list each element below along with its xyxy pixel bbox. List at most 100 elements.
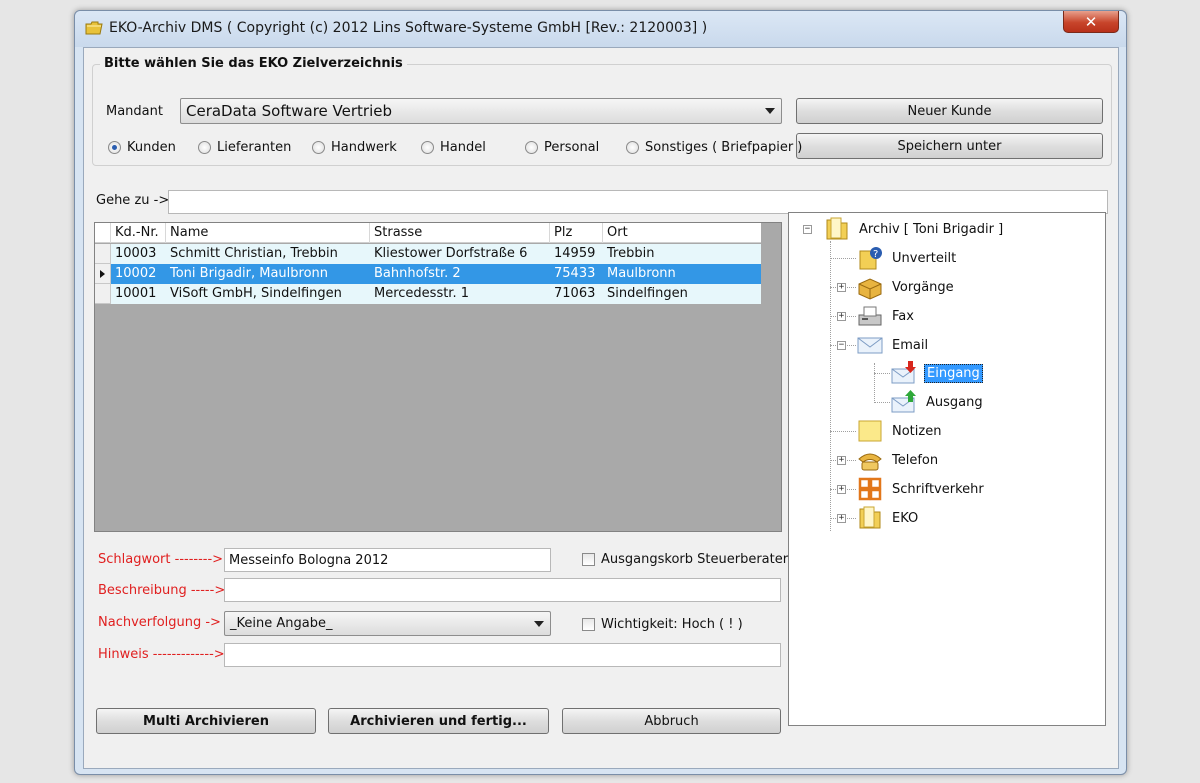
note-icon bbox=[856, 418, 884, 444]
cell-strasse: Kliestower Dorfstraße 6 bbox=[374, 246, 528, 261]
tree-node-fax[interactable]: Fax bbox=[856, 303, 916, 329]
chevron-down-icon[interactable] bbox=[765, 108, 775, 114]
cell-kdnr: 10002 bbox=[115, 266, 157, 281]
expand-icon[interactable]: + bbox=[837, 485, 846, 494]
table-row-selected[interactable]: 10002 Toni Brigadir, Maulbronn Bahnhofst… bbox=[95, 264, 761, 284]
expand-icon[interactable]: + bbox=[837, 283, 846, 292]
archive-and-finish-button[interactable]: Archivieren und fertig... bbox=[328, 708, 549, 734]
multi-archive-button[interactable]: Multi Archivieren bbox=[96, 708, 316, 734]
envelope-icon bbox=[856, 332, 884, 358]
radio-personal[interactable]: Personal bbox=[525, 140, 599, 155]
tree-node-label: Fax bbox=[892, 308, 914, 324]
box-icon bbox=[856, 274, 884, 300]
checkbox-label: Wichtigkeit: Hoch ( ! ) bbox=[601, 617, 743, 632]
goto-label: Gehe zu -> bbox=[96, 193, 170, 208]
schlagwort-label: Schlagwort --------> bbox=[98, 552, 224, 567]
radio-icon bbox=[421, 141, 434, 154]
radio-sonstiges[interactable]: Sonstiges ( Briefpapier ) bbox=[626, 140, 802, 155]
outbox-mail-icon bbox=[890, 389, 918, 415]
column-header-ort[interactable]: Ort bbox=[603, 223, 761, 243]
checkbox-icon bbox=[582, 553, 595, 566]
expand-icon[interactable]: + bbox=[837, 514, 846, 523]
radio-label: Lieferanten bbox=[217, 140, 292, 155]
tree-node-label: Telefon bbox=[892, 452, 939, 468]
hinweis-input[interactable] bbox=[224, 643, 781, 667]
schlagwort-input[interactable]: Messeinfo Bologna 2012 bbox=[224, 548, 551, 572]
tree-node-vorgaenge[interactable]: Vorgänge bbox=[856, 274, 956, 300]
column-header-strasse[interactable]: Strasse bbox=[370, 223, 550, 243]
ausgangskorb-checkbox[interactable]: Ausgangskorb Steuerberater bbox=[582, 552, 788, 567]
expand-icon[interactable]: + bbox=[837, 312, 846, 321]
cancel-button[interactable]: Abbruch bbox=[562, 708, 781, 734]
cell-ort: Trebbin bbox=[607, 246, 655, 261]
cell-plz: 14959 bbox=[554, 246, 596, 261]
cell-kdnr: 10001 bbox=[115, 286, 157, 301]
save-under-button[interactable]: Speichern unter bbox=[796, 133, 1103, 159]
row-header[interactable] bbox=[95, 284, 111, 304]
table-row[interactable]: 10003 Schmitt Christian, Trebbin Kliesto… bbox=[95, 244, 761, 264]
tree-node-label: Unverteilt bbox=[892, 250, 957, 266]
tree-node-notizen[interactable]: Notizen bbox=[856, 418, 943, 444]
radio-label: Sonstiges ( Briefpapier ) bbox=[645, 140, 803, 155]
row-header[interactable] bbox=[95, 264, 111, 284]
table-row[interactable]: 10001 ViSoft GmbH, Sindelfingen Mercedes… bbox=[95, 284, 761, 304]
grid-corner bbox=[95, 223, 111, 243]
close-button[interactable]: ✕ bbox=[1063, 11, 1119, 33]
cell-ort: Maulbronn bbox=[607, 266, 676, 281]
title-bar[interactable]: EKO-Archiv DMS ( Copyright (c) 2012 Lins… bbox=[75, 11, 1126, 47]
tree-node-email[interactable]: Email bbox=[856, 332, 930, 358]
svg-text:?: ? bbox=[873, 249, 878, 260]
radio-kunden[interactable]: Kunden bbox=[108, 140, 176, 155]
column-header-kdnr[interactable]: Kd.-Nr. bbox=[111, 223, 166, 243]
radio-lieferanten[interactable]: Lieferanten bbox=[198, 140, 291, 155]
beschreibung-input[interactable] bbox=[224, 578, 781, 602]
tree-node-ausgang[interactable]: Ausgang bbox=[890, 389, 985, 415]
tree-node-label: Email bbox=[892, 337, 929, 353]
tree-node-root[interactable]: Archiv [ Toni Brigadir ] bbox=[823, 216, 1005, 242]
collapse-icon[interactable]: − bbox=[837, 341, 846, 350]
column-header-name[interactable]: Name bbox=[166, 223, 370, 243]
archive-tree[interactable]: − + + − + + + Archiv [ Toni Brigadir ] ?… bbox=[788, 212, 1106, 726]
checkbox-icon bbox=[582, 618, 595, 631]
chevron-down-icon[interactable] bbox=[534, 620, 544, 627]
current-row-icon bbox=[100, 270, 105, 278]
cell-plz: 75433 bbox=[554, 266, 596, 281]
radio-handwerk[interactable]: Handwerk bbox=[312, 140, 397, 155]
tree-line bbox=[874, 373, 890, 374]
tree-node-eingang[interactable]: Eingang bbox=[890, 360, 983, 386]
nachverfolgung-select[interactable]: _Keine Angabe_ bbox=[224, 611, 551, 636]
hinweis-label: Hinweis -------------> bbox=[98, 647, 225, 662]
window-title: EKO-Archiv DMS ( Copyright (c) 2012 Lins… bbox=[109, 20, 708, 36]
customer-grid[interactable]: Kd.-Nr. Name Strasse Plz Ort 10003 Schmi… bbox=[94, 222, 782, 532]
goto-input[interactable] bbox=[168, 190, 1108, 214]
group-title: Bitte wählen Sie das EKO Zielverzeichnis bbox=[100, 56, 407, 71]
mandant-label: Mandant bbox=[106, 104, 163, 119]
mandant-value: CeraData Software Vertrieb bbox=[186, 102, 392, 120]
beschreibung-label: Beschreibung -----> bbox=[98, 583, 226, 598]
tree-line bbox=[874, 402, 890, 403]
tree-node-schriftverkehr[interactable]: Schriftverkehr bbox=[856, 476, 986, 502]
column-header-plz[interactable]: Plz bbox=[550, 223, 603, 243]
new-customer-button[interactable]: Neuer Kunde bbox=[796, 98, 1103, 124]
checkbox-label: Ausgangskorb Steuerberater bbox=[601, 552, 789, 567]
tree-node-eko[interactable]: EKO bbox=[856, 505, 920, 531]
collapse-icon[interactable]: − bbox=[803, 225, 812, 234]
cell-name: Toni Brigadir, Maulbronn bbox=[170, 266, 329, 281]
question-folder-icon: ? bbox=[856, 245, 884, 271]
wichtigkeit-checkbox[interactable]: Wichtigkeit: Hoch ( ! ) bbox=[582, 617, 743, 632]
cell-strasse: Mercedesstr. 1 bbox=[374, 286, 469, 301]
tree-node-label: Notizen bbox=[892, 423, 942, 439]
tree-node-label: EKO bbox=[892, 510, 919, 526]
tree-node-telefon[interactable]: Telefon bbox=[856, 447, 940, 473]
folder-icon bbox=[856, 505, 884, 531]
row-header[interactable] bbox=[95, 244, 111, 264]
client-area: Bitte wählen Sie das EKO Zielverzeichnis… bbox=[83, 47, 1119, 769]
tree-line bbox=[830, 431, 856, 432]
cell-strasse: Bahnhofstr. 2 bbox=[374, 266, 461, 281]
expand-icon[interactable]: + bbox=[837, 456, 846, 465]
tree-node-unverteilt[interactable]: ? Unverteilt bbox=[856, 245, 958, 271]
tree-node-label: Vorgänge bbox=[892, 279, 954, 295]
mandant-select[interactable]: CeraData Software Vertrieb bbox=[180, 98, 782, 124]
cell-name: ViSoft GmbH, Sindelfingen bbox=[170, 286, 342, 301]
radio-handel[interactable]: Handel bbox=[421, 140, 486, 155]
